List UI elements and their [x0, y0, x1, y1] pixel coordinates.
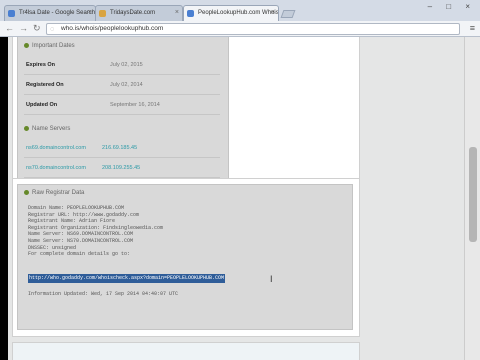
- whois-favicon-icon: [187, 10, 194, 17]
- page-viewport: Important Dates Expires On July 02, 2015 …: [8, 37, 464, 360]
- tab-google-search[interactable]: Tr4lsa Date - Google Search ×: [4, 5, 96, 21]
- browser-toolbar: ← → ↻ ◌ who.is/whois/peoplelookuphub.com…: [0, 21, 480, 37]
- back-arrow-icon[interactable]: ←: [5, 23, 14, 34]
- url-text: who.is/whois/peoplelookuphub.com: [61, 25, 164, 32]
- bullet-icon: [24, 190, 29, 195]
- bullet-icon: [24, 126, 29, 131]
- page-info-icon[interactable]: ◌: [50, 25, 54, 35]
- close-tab-icon[interactable]: ×: [175, 6, 179, 20]
- reload-icon[interactable]: ↻: [33, 23, 41, 34]
- google-favicon-icon: [8, 10, 15, 17]
- raw-data-box: Raw Registrar Data Domain Name: PEOPLELO…: [17, 184, 353, 330]
- raw-data-panel: Raw Registrar Data Domain Name: PEOPLELO…: [12, 178, 360, 337]
- new-tab-button[interactable]: [280, 10, 296, 18]
- information-updated-text: Information Updated: Wed, 17 Sep 2014 04…: [28, 291, 179, 297]
- name-server-row: ns70.domaincontrol.com 208.109.255.45: [24, 158, 220, 178]
- name-server-row: ns69.domaincontrol.com 216.69.185.45: [24, 138, 220, 158]
- window-controls[interactable]: – □ ×: [428, 2, 476, 11]
- scrollbar-thumb[interactable]: [469, 147, 477, 242]
- raw-data-heading: Raw Registrar Data: [24, 190, 84, 196]
- menu-icon[interactable]: ≡: [470, 23, 475, 33]
- address-bar[interactable]: ◌ who.is/whois/peoplelookuphub.com: [46, 23, 460, 35]
- close-tab-icon[interactable]: ×: [88, 6, 92, 20]
- page-scrollbar[interactable]: [464, 37, 480, 360]
- godaddy-whois-link[interactable]: http://who.godaddy.com/whoischeck.aspx?d…: [28, 274, 226, 283]
- raw-whois-text: Domain Name: PEOPLELOOKUPHUB.COM Registr…: [28, 205, 164, 258]
- close-tab-icon[interactable]: ×: [271, 6, 275, 20]
- next-panel: [12, 342, 360, 360]
- bullet-icon: [24, 43, 29, 48]
- tab-tridaysdate[interactable]: TridaysDate.com ×: [95, 5, 183, 21]
- date-row: Updated On September 16, 2014: [24, 95, 220, 115]
- date-row: Expires On July 02, 2015: [24, 55, 220, 75]
- important-dates-heading: Important Dates: [24, 43, 75, 49]
- name-servers-heading: Name Servers: [24, 126, 70, 132]
- tab-whois[interactable]: PeopleLookupHub.com Whois ×: [183, 5, 279, 21]
- site-favicon-icon: [99, 10, 106, 17]
- date-row: Registered On July 02, 2014: [24, 75, 220, 95]
- browser-window: Tr4lsa Date - Google Search × TridaysDat…: [0, 0, 480, 360]
- forward-arrow-icon[interactable]: →: [19, 23, 28, 34]
- text-cursor-icon: I: [270, 274, 273, 284]
